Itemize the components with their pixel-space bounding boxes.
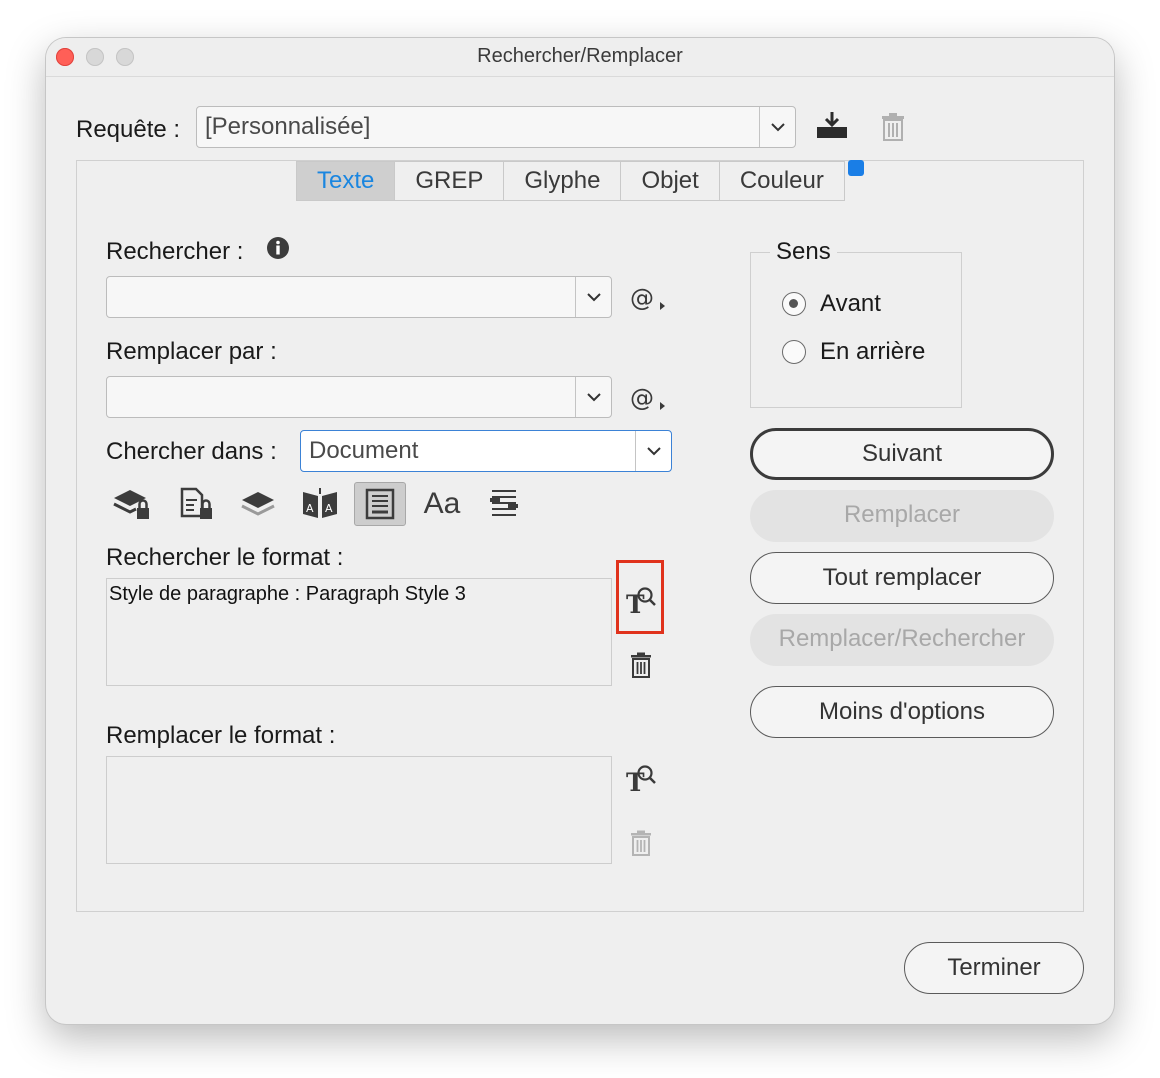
window-title: Rechercher/Remplacer	[477, 45, 683, 67]
hidden-layers-icon[interactable]	[232, 482, 284, 526]
change-format-label: Remplacer le format :	[106, 722, 336, 749]
locked-layers-icon[interactable]	[106, 482, 158, 526]
tab-glyphe[interactable]: Glyphe	[504, 162, 622, 200]
tab-objet[interactable]: Objet	[621, 162, 720, 200]
svg-text:@: @	[630, 284, 654, 312]
title-bar: Rechercher/Remplacer	[46, 38, 1114, 77]
replace-all-button[interactable]: Tout remplacer	[750, 552, 1054, 604]
chevron-down-icon[interactable]	[759, 107, 795, 147]
find-replace-dialog: Rechercher/Remplacer Requête : [Personna…	[46, 38, 1114, 1024]
chevron-down-icon[interactable]	[635, 431, 671, 471]
replace-input[interactable]	[106, 376, 612, 418]
case-sensitive-icon[interactable]: Aa	[416, 482, 468, 526]
search-in-value: Document	[309, 437, 419, 464]
master-pages-icon[interactable]: AA	[294, 482, 346, 526]
locked-stories-icon[interactable]	[170, 482, 222, 526]
footnotes-icon[interactable]	[354, 482, 406, 526]
replace-button[interactable]: Remplacer	[750, 490, 1054, 542]
clear-change-format-icon[interactable]	[630, 830, 652, 856]
notification-badge	[848, 160, 864, 176]
svg-text:@: @	[630, 384, 654, 412]
next-button[interactable]: Suivant	[750, 428, 1054, 480]
whole-word-icon[interactable]	[478, 482, 530, 526]
tab-grep[interactable]: GREP	[395, 162, 505, 200]
chevron-down-icon[interactable]	[575, 277, 611, 317]
tab-couleur[interactable]: Couleur	[720, 162, 844, 200]
find-format-box[interactable]: Style de paragraphe : Paragraph Style 3	[106, 578, 612, 686]
query-dropdown[interactable]: [Personnalisée]	[196, 106, 796, 148]
search-in-label: Chercher dans :	[106, 438, 277, 465]
highlight-box	[616, 560, 664, 634]
special-characters-icon[interactable]: @	[630, 282, 668, 312]
direction-label: Sens	[770, 238, 837, 266]
find-input[interactable]	[106, 276, 612, 318]
replace-label: Remplacer par :	[106, 338, 277, 365]
chevron-down-icon[interactable]	[575, 377, 611, 417]
clear-find-format-icon[interactable]	[630, 652, 652, 678]
direction-group	[750, 252, 962, 408]
svg-text:T: T	[626, 768, 645, 794]
done-button[interactable]: Terminer	[904, 942, 1084, 994]
search-in-dropdown[interactable]: Document	[300, 430, 672, 472]
query-value: [Personnalisée]	[205, 113, 371, 140]
specify-change-format-icon[interactable]: T	[624, 760, 658, 797]
radio-forward[interactable]	[782, 292, 806, 316]
special-characters-icon[interactable]: @	[630, 382, 668, 412]
svg-text:A: A	[325, 502, 333, 515]
radio-backward[interactable]	[782, 340, 806, 364]
find-label: Rechercher :	[106, 238, 244, 265]
tab-bar: Texte GREP Glyphe Objet Couleur	[296, 161, 845, 201]
query-label: Requête :	[76, 116, 181, 143]
change-format-box[interactable]	[106, 756, 612, 864]
tab-texte[interactable]: Texte	[297, 162, 396, 200]
find-format-label: Rechercher le format :	[106, 544, 344, 571]
info-icon[interactable]	[266, 236, 290, 260]
find-format-value: Style de paragraphe : Paragraph Style 3	[109, 583, 466, 605]
replace-find-button[interactable]: Remplacer/Rechercher	[750, 614, 1054, 666]
radio-backward-label[interactable]: En arrière	[820, 338, 925, 366]
svg-text:A: A	[306, 502, 314, 515]
fewer-options-button[interactable]: Moins d'options	[750, 686, 1054, 738]
save-query-icon[interactable]	[814, 110, 850, 142]
radio-forward-label[interactable]: Avant	[820, 290, 881, 318]
delete-query-icon[interactable]	[880, 112, 906, 142]
